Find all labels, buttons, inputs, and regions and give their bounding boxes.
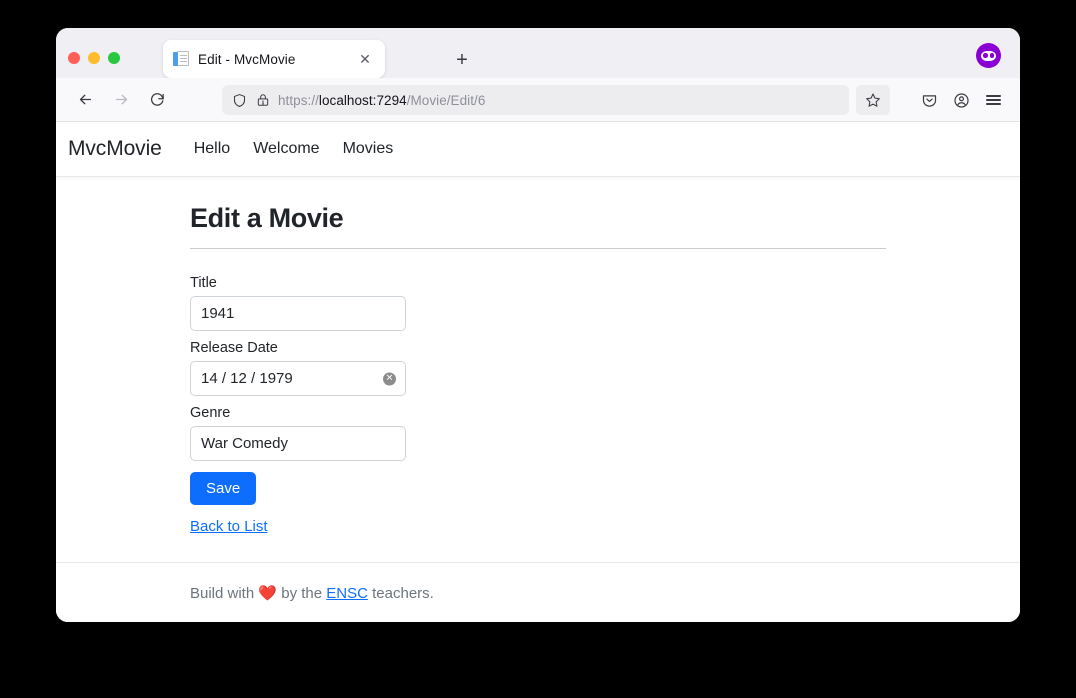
clear-date-icon[interactable]: ✕ (383, 372, 396, 385)
reload-icon[interactable] (142, 85, 172, 115)
footer-suffix: teachers. (367, 584, 434, 602)
url-prefix: https:// (278, 92, 319, 108)
forward-icon[interactable] (106, 85, 136, 115)
nav-link-welcome[interactable]: Welcome (253, 140, 319, 158)
heart-icon: ❤️ (258, 584, 278, 602)
nav-link-hello[interactable]: Hello (194, 140, 230, 158)
page-title: Edit a Movie (190, 203, 344, 233)
genre-input[interactable]: War Comedy (190, 426, 406, 461)
ensc-link[interactable]: ENSC (326, 585, 368, 602)
tab-strip: Edit - MvcMovie ✕ + (56, 28, 1020, 78)
tab-title: Edit - MvcMovie (198, 51, 296, 67)
nav-link-movies[interactable]: Movies (343, 140, 394, 158)
back-icon[interactable] (70, 85, 100, 115)
browser-window: Edit - MvcMovie ✕ + https://localhost:72… (56, 28, 1020, 622)
release-date-input[interactable]: 14 / 12 / 1979 ✕ (190, 361, 406, 396)
site-footer: Build with ❤️ by the ENSC teachers. (56, 562, 1020, 622)
pocket-icon[interactable] (914, 85, 944, 115)
star-icon[interactable] (856, 85, 890, 115)
shield-icon[interactable] (232, 93, 247, 108)
browser-toolbar: https://localhost:7294/Movie/Edit/6 (56, 78, 1020, 122)
browser-tab[interactable]: Edit - MvcMovie ✕ (163, 40, 385, 78)
site-navbar: MvcMovie Hello Welcome Movies (56, 122, 1020, 177)
edit-movie-form: Title 1941 Release Date 14 / 12 / 1979 ✕… (190, 275, 1020, 536)
back-to-list-link[interactable]: Back to List (190, 518, 268, 535)
lock-warning-icon[interactable] (256, 93, 270, 107)
main-content: Edit a Movie Title 1941 Release Date 14 … (56, 177, 1020, 536)
title-input[interactable]: 1941 (190, 296, 406, 331)
release-date-label: Release Date (190, 340, 278, 356)
address-bar[interactable]: https://localhost:7294/Movie/Edit/6 (222, 85, 849, 115)
brand-link[interactable]: MvcMovie (68, 137, 162, 161)
url-text: https://localhost:7294/Movie/Edit/6 (278, 93, 485, 108)
account-circle-icon[interactable] (946, 85, 976, 115)
close-window-button[interactable] (68, 52, 80, 64)
genre-input-value: War Comedy (201, 435, 288, 452)
firefox-relay-mask-icon[interactable] (976, 43, 1001, 68)
new-tab-button[interactable]: + (450, 48, 474, 72)
hamburger-menu-icon[interactable] (978, 85, 1008, 115)
window-traffic-lights (68, 52, 120, 64)
save-button[interactable]: Save (190, 472, 257, 505)
page-viewport: MvcMovie Hello Welcome Movies Edit a Mov… (56, 122, 1020, 622)
zoom-window-button[interactable] (108, 52, 120, 64)
document-icon (173, 50, 189, 68)
genre-label: Genre (190, 405, 231, 421)
title-input-value: 1941 (201, 305, 235, 322)
footer-prefix: Build with (190, 584, 259, 602)
toolbar-actions (856, 85, 1008, 115)
field-group-release-date: Release Date 14 / 12 / 1979 ✕ (190, 340, 1020, 396)
footer-middle: by the (277, 584, 327, 602)
url-path: /Movie/Edit/6 (406, 92, 486, 108)
nav-links: Hello Welcome Movies (194, 140, 394, 158)
footer-text: Build with ❤️ by the ENSC teachers. (190, 584, 434, 602)
minimize-window-button[interactable] (88, 52, 100, 64)
divider (190, 248, 886, 249)
field-group-genre: Genre War Comedy (190, 405, 1020, 461)
field-group-title: Title 1941 (190, 275, 1020, 331)
title-label: Title (190, 275, 217, 291)
release-date-input-value: 14 / 12 / 1979 (201, 370, 293, 387)
url-host: localhost:7294 (318, 92, 407, 108)
close-icon[interactable]: ✕ (355, 49, 375, 69)
